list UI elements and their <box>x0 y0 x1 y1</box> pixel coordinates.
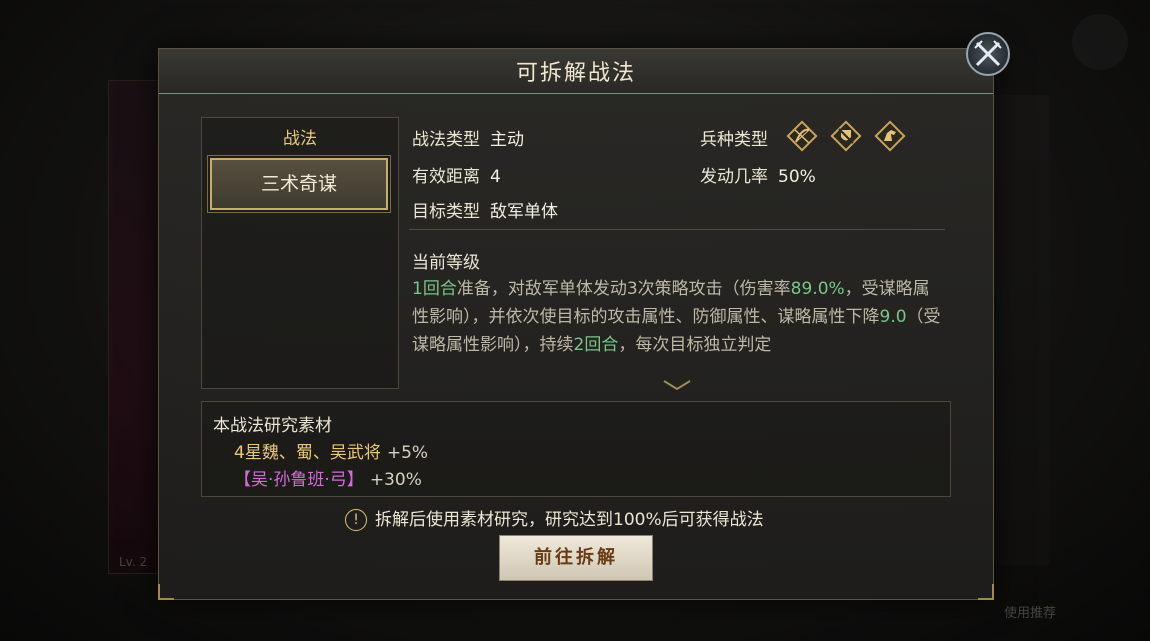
section-divider <box>409 229 945 230</box>
close-button[interactable] <box>966 32 1010 76</box>
skill-list-item-selected[interactable]: 三术奇谋 <box>207 155 391 213</box>
trigger-row: 发动几率 50% <box>700 162 816 187</box>
description-text: ，每次目标独立判定 <box>618 335 772 355</box>
skill-description: 1回合准备，对敌军单体发动3次策略攻击（伤害率89.0%，受谋略属性影响），并依… <box>412 275 942 359</box>
unit-type-label: 兵种类型 <box>700 130 768 150</box>
go-decompose-button[interactable]: 前往拆解 <box>499 535 653 581</box>
skill-list-header: 战法 <box>283 129 317 149</box>
decompose-note: ! 拆解后使用素材研究，研究达到100%后可获得战法 <box>345 505 764 531</box>
skill-type-value: 主动 <box>490 130 524 150</box>
description-highlight: 89.0% <box>790 279 845 299</box>
shield-icon <box>830 120 862 152</box>
trigger-value: 50% <box>778 167 816 187</box>
exclamation-circle-icon: ! <box>345 509 367 531</box>
decompose-skill-dialog: 可拆解战法 战法 三术奇谋 战法类型 主动 有效距离 4 目标类型 敌军单体 兵种类型… <box>158 48 994 600</box>
horse-icon <box>874 120 906 152</box>
target-value: 敌军单体 <box>490 202 558 222</box>
research-materials-panel: 本战法研究素材 4星魏、蜀、吴武将 +5% 【吴·孙鲁班·弓】 +30% <box>201 401 951 497</box>
bow-icon <box>786 120 818 152</box>
range-value: 4 <box>490 167 501 187</box>
description-text: 准备，对敌军单体发动3次策略攻击（伤害率 <box>456 279 791 299</box>
crossed-swords-close-icon <box>974 40 1002 67</box>
material-hero-text[interactable]: 【吴·孙鲁班·弓】 <box>234 470 364 490</box>
material-row-general: 4星魏、蜀、吴武将 +5% <box>234 438 428 463</box>
frame-corner-ornament <box>978 584 994 600</box>
material-general-text: 4星魏、蜀、吴武将 <box>234 443 381 463</box>
description-highlight: 9.0 <box>879 307 907 327</box>
material-hero-bonus: +30% <box>369 470 422 490</box>
materials-title: 本战法研究素材 <box>213 416 332 436</box>
material-general-bonus: +5% <box>386 443 429 463</box>
unit-type-row: 兵种类型 <box>700 125 768 150</box>
current-level-title: 当前等级 <box>412 253 480 273</box>
dialog-title: 可拆解战法 <box>515 61 636 86</box>
skill-type-row: 战法类型 主动 <box>412 125 524 150</box>
chevron-down-icon[interactable] <box>662 379 692 391</box>
trigger-label: 发动几率 <box>700 167 768 187</box>
target-label: 目标类型 <box>412 202 480 222</box>
range-row: 有效距离 4 <box>412 162 501 187</box>
skill-list-panel: 战法 三术奇谋 <box>201 117 399 389</box>
description-highlight: 1回合 <box>412 279 457 299</box>
target-row: 目标类型 敌军单体 <box>412 197 558 222</box>
description-highlight: 2回合 <box>573 335 619 355</box>
skill-type-label: 战法类型 <box>412 130 480 150</box>
material-row-hero: 【吴·孙鲁班·弓】 +30% <box>234 465 422 490</box>
dialog-titlebar: 可拆解战法 <box>159 49 993 94</box>
range-label: 有效距离 <box>412 167 480 187</box>
note-text: 拆解后使用素材研究，研究达到100%后可获得战法 <box>375 510 764 530</box>
frame-corner-ornament <box>158 584 174 600</box>
